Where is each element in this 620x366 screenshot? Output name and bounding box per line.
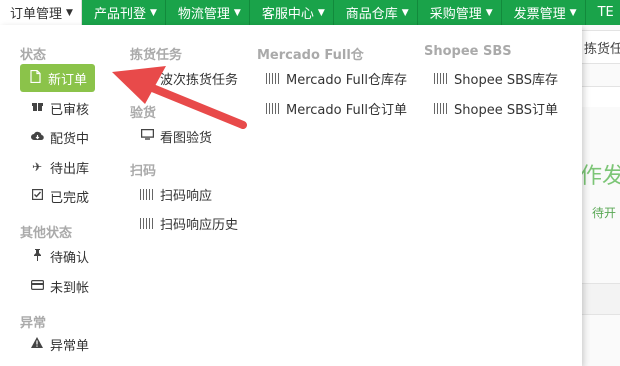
background-row	[582, 86, 620, 107]
file-icon	[28, 69, 42, 86]
nav-order-management[interactable]: 订单管理 ▼	[0, 0, 82, 25]
header-exception: 异常	[20, 316, 47, 331]
caret-down-icon: ▼	[66, 7, 73, 18]
nav-product-listing[interactable]: 产品刊登 ▼	[82, 0, 166, 25]
header-other-status: 其他状态	[20, 226, 73, 241]
monitor-icon	[140, 128, 154, 143]
credit-card-icon	[30, 279, 44, 293]
barcode-icon	[434, 72, 448, 84]
menu-item-image-inspection-label: 看图验货	[160, 130, 213, 146]
order-management-dropdown: 状态 新订单 已审核 配货中 ✈ 待出库 已完成 其他状态 待确认 未到帐 异常…	[0, 25, 582, 366]
menu-item-completed[interactable]: 已完成	[30, 185, 89, 207]
background-row-2	[582, 283, 620, 315]
menu-item-scan-response-history[interactable]: 扫码响应历史	[140, 212, 238, 234]
warning-icon	[30, 337, 44, 351]
nav-logistics-label: 物流管理	[177, 7, 230, 22]
barcode-icon	[266, 72, 280, 84]
nav-logistics[interactable]: 物流管理 ▼	[166, 0, 250, 25]
menu-item-scan-response[interactable]: 扫码响应	[140, 183, 212, 205]
barcode-icon	[140, 217, 154, 229]
menu-item-to-confirm-label: 待确认	[50, 250, 90, 266]
nav-product-listing-label: 产品刊登	[93, 7, 146, 22]
menu-item-unpaid[interactable]: 未到帐	[30, 275, 89, 297]
header-mercado-full: Mercado Full仓	[257, 48, 364, 63]
caret-down-icon: ▼	[233, 7, 241, 18]
check-square-icon	[30, 189, 44, 203]
menu-item-mercado-inventory[interactable]: Mercado Full仓库存	[266, 67, 407, 89]
caret-down-icon: ▼	[569, 7, 577, 18]
menu-item-shopee-orders-label: Shopee SBS订单	[454, 102, 559, 118]
menu-item-new-order[interactable]: 新订单	[20, 64, 96, 92]
nav-more-label: TE	[597, 5, 614, 20]
header-inspection: 验货	[130, 106, 157, 121]
nav-purchasing-label: 采购管理	[429, 7, 482, 22]
menu-item-unpaid-label: 未到帐	[50, 280, 90, 296]
menu-item-shopee-inventory[interactable]: Shopee SBS库存	[434, 67, 558, 89]
menu-item-approved-label: 已审核	[50, 102, 90, 118]
header-picking: 拣货任务	[130, 48, 183, 63]
header-status: 状态	[20, 48, 47, 63]
nav-warehouse[interactable]: 商品仓库 ▼	[334, 0, 418, 25]
menu-item-allocating[interactable]: 配货中	[30, 126, 89, 148]
nav-invoice-label: 发票管理	[513, 7, 566, 22]
nav-warehouse-label: 商品仓库	[345, 7, 398, 22]
menu-item-shopee-orders[interactable]: Shopee SBS订单	[434, 97, 558, 119]
background-heading: 作发货	[580, 164, 620, 189]
menu-item-image-inspection[interactable]: 看图验货	[140, 125, 212, 147]
pin-icon	[30, 248, 44, 264]
cloud-download-icon	[30, 130, 44, 144]
barcode-icon	[266, 102, 280, 114]
menu-item-wave-picking-label: 波次拣货任务	[160, 72, 239, 88]
menu-item-scan-response-history-label: 扫码响应历史	[160, 217, 239, 233]
menu-item-exception-order[interactable]: 异常单	[30, 333, 89, 355]
nav-more[interactable]: TE	[586, 0, 620, 25]
caret-down-icon: ▼	[485, 7, 493, 18]
menu-item-exception-order-label: 异常单	[50, 338, 90, 354]
menu-item-wave-picking[interactable]: 波次拣货任务	[140, 67, 238, 89]
menu-item-mercado-inventory-label: Mercado Full仓库存	[286, 72, 407, 88]
gift-icon	[30, 101, 44, 115]
menu-item-completed-label: 已完成	[50, 190, 90, 206]
nav-customer-service[interactable]: 客服中心 ▼	[250, 0, 334, 25]
barcode-icon	[434, 102, 448, 114]
nav-invoice[interactable]: 发票管理 ▼	[502, 0, 586, 25]
menu-item-pending-outbound-label: 待出库	[50, 161, 90, 177]
menu-item-shopee-inventory-label: Shopee SBS库存	[454, 72, 559, 88]
menu-item-allocating-label: 配货中	[50, 131, 90, 147]
caret-down-icon: ▼	[401, 7, 409, 18]
menu-item-new-order-label: 新订单	[48, 72, 88, 88]
background-subtext: 待开	[592, 206, 617, 220]
caret-down-icon: ▼	[149, 7, 157, 18]
top-nav-bar: 订单管理 ▼ 产品刊登 ▼ 物流管理 ▼ 客服中心 ▼ 商品仓库 ▼ 采购管理 ▼ 发票管理…	[0, 0, 620, 25]
background-tab-label[interactable]: 拣货任	[584, 38, 620, 57]
menu-item-mercado-orders-label: Mercado Full仓订单	[286, 102, 407, 118]
menu-item-approved[interactable]: 已审核	[30, 97, 89, 119]
menu-item-mercado-orders[interactable]: Mercado Full仓订单	[266, 97, 407, 119]
nav-order-management-label: 订单管理	[10, 7, 63, 22]
list-icon	[140, 71, 154, 85]
barcode-icon	[140, 188, 154, 200]
header-scan: 扫码	[130, 164, 157, 179]
nav-purchasing[interactable]: 采购管理 ▼	[418, 0, 502, 25]
caret-down-icon: ▼	[317, 7, 325, 18]
menu-item-to-confirm[interactable]: 待确认	[30, 245, 89, 267]
nav-customer-service-label: 客服中心	[261, 7, 314, 22]
menu-item-pending-outbound[interactable]: ✈ 待出库	[30, 156, 89, 178]
header-shopee-sbs: Shopee SBS	[424, 44, 512, 59]
menu-item-scan-response-label: 扫码响应	[160, 188, 213, 204]
plane-icon: ✈	[31, 160, 43, 174]
